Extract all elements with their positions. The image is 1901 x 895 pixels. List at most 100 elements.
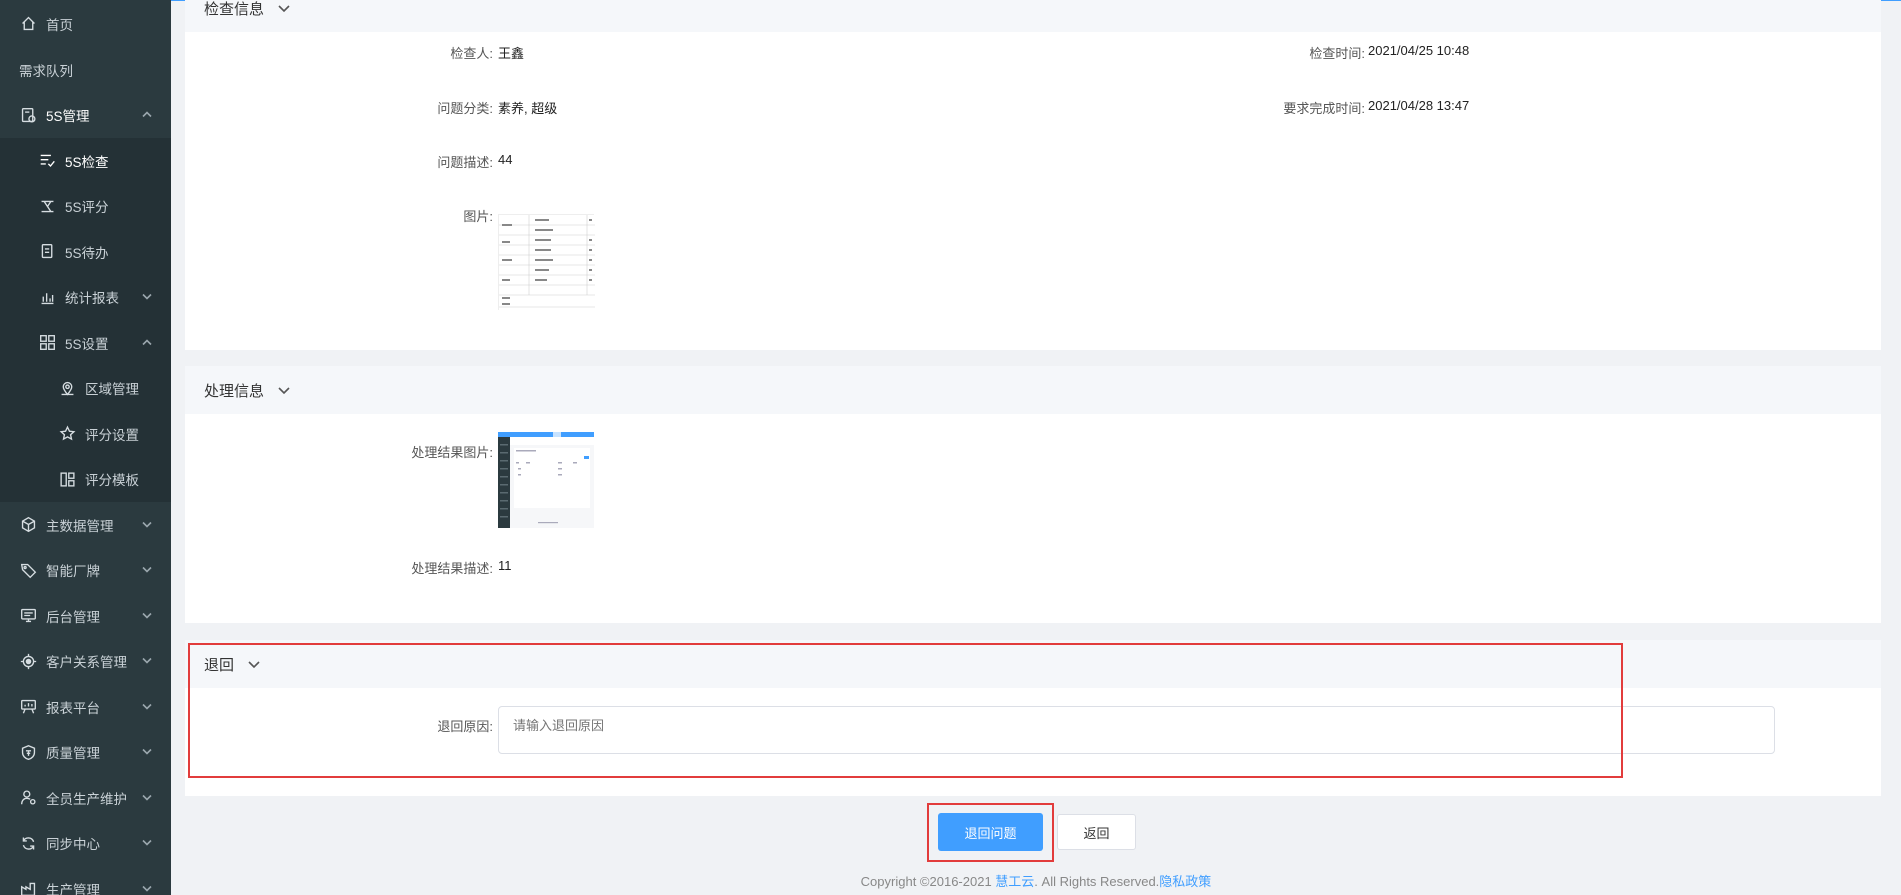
due-time-label: 要求完成时间: bbox=[1283, 101, 1365, 116]
processing-panel-header[interactable]: 处理信息 bbox=[185, 366, 1881, 414]
bar-chart-icon bbox=[38, 288, 56, 306]
inspect-time-label: 检查时间: bbox=[1309, 46, 1365, 61]
sidebar-item-label: 质量管理 bbox=[46, 746, 100, 762]
description-value: 44 bbox=[498, 152, 513, 167]
chevron-down-icon bbox=[278, 2, 290, 14]
sidebar-item-smart-sign[interactable]: 智能厂牌 bbox=[0, 548, 171, 594]
reject-reason-input[interactable] bbox=[498, 706, 1775, 754]
sidebar-item-label: 报表平台 bbox=[46, 700, 100, 716]
sidebar-item-sync[interactable]: 同步中心 bbox=[0, 821, 171, 867]
inspection-image-thumbnail[interactable] bbox=[498, 214, 595, 311]
sidebar-item-5s-check[interactable]: 5S检查 bbox=[0, 138, 171, 184]
sidebar-item-5s-management[interactable]: 5S管理 bbox=[0, 92, 171, 138]
chevron-down-icon bbox=[142, 517, 152, 532]
result-image-thumbnail[interactable] bbox=[498, 432, 594, 528]
inspector-label: 检查人: bbox=[450, 46, 493, 61]
sidebar-item-crm[interactable]: 客户关系管理 bbox=[0, 639, 171, 685]
sidebar-item-label: 主数据管理 bbox=[46, 518, 114, 534]
chevron-down-icon bbox=[142, 881, 152, 895]
grid-icon bbox=[38, 334, 56, 352]
chevron-up-icon bbox=[142, 108, 152, 123]
rights-text: . All Rights Reserved. bbox=[1034, 874, 1160, 889]
sidebar-item-queue[interactable]: 需求队列 bbox=[0, 47, 171, 92]
sidebar-item-label: 后台管理 bbox=[46, 609, 100, 625]
sidebar-item-label: 首页 bbox=[46, 17, 73, 33]
user-gear-icon bbox=[19, 789, 37, 807]
chevron-down-icon bbox=[142, 290, 152, 305]
sidebar-item-label: 5S管理 bbox=[46, 109, 90, 124]
back-button[interactable]: 返回 bbox=[1057, 814, 1136, 850]
reject-reason-label: 退回原因: bbox=[437, 719, 493, 734]
score-icon bbox=[38, 197, 56, 215]
inspect-time-value: 2021/04/25 10:48 bbox=[1368, 43, 1470, 58]
sidebar: 首页 需求队列 5S管理 5S检查 5S评分 5S待办 统计报表 5S设置 区域… bbox=[0, 0, 171, 895]
sidebar-item-label: 生产管理 bbox=[46, 882, 100, 895]
sidebar-item-label: 统计报表 bbox=[65, 291, 119, 307]
sidebar-item-backend[interactable]: 后台管理 bbox=[0, 593, 171, 639]
reject-panel-header[interactable]: 退回 bbox=[185, 640, 1881, 688]
template-icon bbox=[58, 470, 76, 488]
sidebar-item-quality[interactable]: 质量管理 bbox=[0, 730, 171, 776]
sidebar-item-home[interactable]: 首页 bbox=[0, 0, 171, 47]
home-icon bbox=[19, 15, 37, 33]
cube-icon bbox=[19, 516, 37, 534]
panel-title: 处理信息 bbox=[204, 382, 265, 400]
production-icon bbox=[19, 880, 37, 895]
reject-issue-button[interactable]: 退回问题 bbox=[938, 813, 1043, 851]
chevron-up-icon bbox=[142, 335, 152, 350]
5s-doc-icon bbox=[19, 106, 37, 124]
privacy-link[interactable]: 隐私政策 bbox=[1159, 874, 1211, 889]
sidebar-item-label: 客户关系管理 bbox=[46, 655, 127, 671]
sidebar-item-5s-todo[interactable]: 5S待办 bbox=[0, 229, 171, 275]
tag-icon bbox=[19, 561, 37, 579]
star-icon bbox=[58, 425, 76, 443]
result-desc-label: 处理结果描述: bbox=[411, 561, 493, 576]
sidebar-item-label: 5S检查 bbox=[65, 154, 109, 170]
sidebar-item-label: 5S待办 bbox=[65, 245, 109, 261]
chevron-down-icon bbox=[142, 608, 152, 623]
sidebar-item-tpm[interactable]: 全员生产维护 bbox=[0, 775, 171, 821]
sidebar-item-label: 区域管理 bbox=[85, 382, 139, 398]
sidebar-item-label: 同步中心 bbox=[46, 837, 100, 853]
spreadsheet-thumbnail-icon bbox=[499, 215, 595, 311]
reject-panel: 退回 退回原因: bbox=[185, 640, 1881, 796]
chevron-down-icon bbox=[142, 836, 152, 851]
sidebar-item-label: 评分设置 bbox=[85, 427, 139, 443]
sidebar-item-label: 5S评分 bbox=[65, 200, 109, 216]
sidebar-item-score-settings[interactable]: 评分设置 bbox=[0, 411, 171, 457]
screenshot-thumbnail-icon bbox=[498, 432, 594, 528]
sidebar-item-area[interactable]: 区域管理 bbox=[0, 366, 171, 412]
panel-title: 退回 bbox=[204, 656, 235, 674]
sidebar-submenu-5s-settings: 区域管理 评分设置 评分模板 bbox=[0, 366, 171, 503]
checklist-icon bbox=[38, 152, 56, 170]
chevron-down-icon bbox=[142, 654, 152, 669]
sidebar-item-master-data[interactable]: 主数据管理 bbox=[0, 502, 171, 548]
category-label: 问题分类: bbox=[437, 101, 493, 116]
sidebar-item-label: 评分模板 bbox=[85, 473, 139, 489]
footer: Copyright ©2016-2021 慧工云. All Rights Res… bbox=[171, 871, 1901, 890]
sidebar-submenu-5s: 5S检查 5S评分 5S待办 统计报表 5S设置 区域管理 评分设置 评分模板 bbox=[0, 138, 171, 502]
sidebar-item-production[interactable]: 生产管理 bbox=[0, 866, 171, 895]
sidebar-item-label: 5S设置 bbox=[65, 336, 109, 352]
brand-link[interactable]: 慧工云 bbox=[995, 874, 1034, 889]
monitor-icon bbox=[19, 607, 37, 625]
sidebar-item-stats[interactable]: 统计报表 bbox=[0, 275, 171, 321]
due-time-value: 2021/04/28 13:47 bbox=[1368, 98, 1470, 113]
inspection-panel-header[interactable]: 检查信息 bbox=[185, 0, 1881, 32]
todo-doc-icon bbox=[38, 243, 56, 261]
chevron-down-icon bbox=[142, 745, 152, 760]
chevron-down-icon bbox=[248, 658, 260, 670]
sidebar-item-label: 智能厂牌 bbox=[46, 564, 100, 580]
report-board-icon bbox=[19, 698, 37, 716]
inspection-panel: 检查信息 检查人: 王鑫 检查时间: 2021/04/25 10:48 问题分类… bbox=[185, 0, 1881, 350]
inspector-value: 王鑫 bbox=[498, 46, 525, 61]
sidebar-item-label: 全员生产维护 bbox=[46, 791, 127, 807]
sidebar-item-score-template[interactable]: 评分模板 bbox=[0, 457, 171, 503]
sidebar-item-5s-settings[interactable]: 5S设置 bbox=[0, 320, 171, 366]
sidebar-item-5s-score[interactable]: 5S评分 bbox=[0, 184, 171, 230]
image-label: 图片: bbox=[463, 209, 493, 224]
chevron-down-icon bbox=[142, 790, 152, 805]
chevron-down-icon bbox=[142, 563, 152, 578]
description-label: 问题描述: bbox=[437, 155, 493, 170]
sidebar-item-report[interactable]: 报表平台 bbox=[0, 684, 171, 730]
